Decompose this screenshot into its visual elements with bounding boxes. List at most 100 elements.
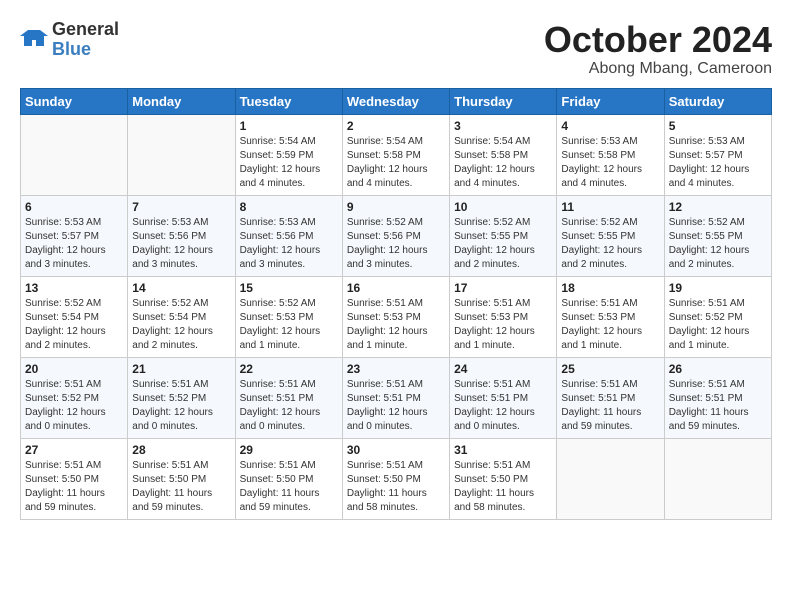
location-title: Abong Mbang, Cameroon [544, 60, 772, 78]
calendar-cell: 19 Sunrise: 5:51 AM Sunset: 5:52 PM Dayli… [664, 276, 771, 357]
day-info: Sunrise: 5:51 AM Sunset: 5:51 PM Dayligh… [347, 378, 445, 434]
calendar-cell: 2 Sunrise: 5:54 AM Sunset: 5:58 PM Daylig… [342, 114, 449, 195]
weekday-header: Friday [557, 88, 664, 114]
calendar-cell: 21 Sunrise: 5:51 AM Sunset: 5:52 PM Dayli… [128, 357, 235, 438]
day-info: Sunrise: 5:54 AM Sunset: 5:59 PM Dayligh… [240, 135, 338, 191]
day-info: Sunrise: 5:51 AM Sunset: 5:52 PM Dayligh… [25, 378, 123, 434]
calendar-cell [557, 438, 664, 519]
calendar-cell: 16 Sunrise: 5:51 AM Sunset: 5:53 PM Dayli… [342, 276, 449, 357]
header-row: SundayMondayTuesdayWednesdayThursdayFrid… [21, 88, 772, 114]
day-info: Sunrise: 5:51 AM Sunset: 5:52 PM Dayligh… [132, 378, 230, 434]
calendar-cell: 30 Sunrise: 5:51 AM Sunset: 5:50 PM Dayli… [342, 438, 449, 519]
day-number: 2 [347, 119, 445, 133]
day-info: Sunrise: 5:54 AM Sunset: 5:58 PM Dayligh… [454, 135, 552, 191]
day-number: 14 [132, 281, 230, 295]
calendar-cell: 1 Sunrise: 5:54 AM Sunset: 5:59 PM Daylig… [235, 114, 342, 195]
day-number: 20 [25, 362, 123, 376]
day-number: 17 [454, 281, 552, 295]
calendar-cell: 9 Sunrise: 5:52 AM Sunset: 5:56 PM Daylig… [342, 195, 449, 276]
day-info: Sunrise: 5:51 AM Sunset: 5:53 PM Dayligh… [454, 297, 552, 353]
day-number: 7 [132, 200, 230, 214]
weekday-header: Sunday [21, 88, 128, 114]
day-info: Sunrise: 5:51 AM Sunset: 5:50 PM Dayligh… [240, 459, 338, 515]
day-info: Sunrise: 5:52 AM Sunset: 5:55 PM Dayligh… [454, 216, 552, 272]
day-number: 15 [240, 281, 338, 295]
month-title: October 2024 [544, 20, 772, 60]
day-info: Sunrise: 5:52 AM Sunset: 5:54 PM Dayligh… [25, 297, 123, 353]
logo-line2: Blue [52, 40, 119, 60]
day-info: Sunrise: 5:52 AM Sunset: 5:55 PM Dayligh… [561, 216, 659, 272]
day-number: 22 [240, 362, 338, 376]
day-number: 11 [561, 200, 659, 214]
day-info: Sunrise: 5:51 AM Sunset: 5:53 PM Dayligh… [347, 297, 445, 353]
day-number: 23 [347, 362, 445, 376]
day-number: 3 [454, 119, 552, 133]
calendar-cell: 13 Sunrise: 5:52 AM Sunset: 5:54 PM Dayli… [21, 276, 128, 357]
day-number: 8 [240, 200, 338, 214]
calendar-cell: 15Sunrise: 5:52 AM Sunset: 5:53 PM Dayli… [235, 276, 342, 357]
day-info: Sunrise: 5:51 AM Sunset: 5:50 PM Dayligh… [132, 459, 230, 515]
calendar-cell: 5Sunrise: 5:53 AM Sunset: 5:57 PM Daylig… [664, 114, 771, 195]
day-number: 13 [25, 281, 123, 295]
day-number: 10 [454, 200, 552, 214]
day-info: Sunrise: 5:52 AM Sunset: 5:56 PM Dayligh… [347, 216, 445, 272]
calendar-cell: 3 Sunrise: 5:54 AM Sunset: 5:58 PM Daylig… [450, 114, 557, 195]
day-info: Sunrise: 5:53 AM Sunset: 5:58 PM Dayligh… [561, 135, 659, 191]
day-number: 16 [347, 281, 445, 295]
calendar-cell [128, 114, 235, 195]
calendar-cell: 8 Sunrise: 5:53 AM Sunset: 5:56 PM Daylig… [235, 195, 342, 276]
day-number: 6 [25, 200, 123, 214]
title-area: October 2024 Abong Mbang, Cameroon [544, 20, 772, 78]
day-info: Sunrise: 5:52 AM Sunset: 5:54 PM Dayligh… [132, 297, 230, 353]
calendar-cell: 23 Sunrise: 5:51 AM Sunset: 5:51 PM Dayli… [342, 357, 449, 438]
weekday-header: Tuesday [235, 88, 342, 114]
calendar-cell: 31 Sunrise: 5:51 AM Sunset: 5:50 PM Dayli… [450, 438, 557, 519]
day-number: 26 [669, 362, 767, 376]
day-info: Sunrise: 5:53 AM Sunset: 5:56 PM Dayligh… [240, 216, 338, 272]
calendar-cell: 28 Sunrise: 5:51 AM Sunset: 5:50 PM Dayli… [128, 438, 235, 519]
day-number: 31 [454, 443, 552, 457]
logo-line1: General [52, 20, 119, 40]
day-number: 18 [561, 281, 659, 295]
weekday-header: Saturday [664, 88, 771, 114]
calendar-cell: 18Sunrise: 5:51 AM Sunset: 5:53 PM Dayli… [557, 276, 664, 357]
day-number: 25 [561, 362, 659, 376]
header: General Blue October 2024 Abong Mbang, C… [20, 20, 772, 78]
day-number: 5 [669, 119, 767, 133]
day-number: 24 [454, 362, 552, 376]
calendar-cell: 7 Sunrise: 5:53 AM Sunset: 5:56 PM Daylig… [128, 195, 235, 276]
day-info: Sunrise: 5:51 AM Sunset: 5:51 PM Dayligh… [561, 378, 659, 434]
logo-icon [20, 26, 48, 54]
calendar-cell: 20 Sunrise: 5:51 AM Sunset: 5:52 PM Dayli… [21, 357, 128, 438]
week-row: 20 Sunrise: 5:51 AM Sunset: 5:52 PM Dayli… [21, 357, 772, 438]
calendar-cell: 29 Sunrise: 5:51 AM Sunset: 5:50 PM Dayli… [235, 438, 342, 519]
calendar-cell: 26 Sunrise: 5:51 AM Sunset: 5:51 PM Dayli… [664, 357, 771, 438]
week-row: 1 Sunrise: 5:54 AM Sunset: 5:59 PM Daylig… [21, 114, 772, 195]
day-info: Sunrise: 5:51 AM Sunset: 5:51 PM Dayligh… [669, 378, 767, 434]
day-info: Sunrise: 5:51 AM Sunset: 5:50 PM Dayligh… [347, 459, 445, 515]
day-number: 28 [132, 443, 230, 457]
day-info: Sunrise: 5:51 AM Sunset: 5:52 PM Dayligh… [669, 297, 767, 353]
calendar-cell: 27Sunrise: 5:51 AM Sunset: 5:50 PM Dayli… [21, 438, 128, 519]
day-number: 19 [669, 281, 767, 295]
day-info: Sunrise: 5:52 AM Sunset: 5:55 PM Dayligh… [669, 216, 767, 272]
day-number: 30 [347, 443, 445, 457]
calendar-cell [21, 114, 128, 195]
day-info: Sunrise: 5:54 AM Sunset: 5:58 PM Dayligh… [347, 135, 445, 191]
day-number: 12 [669, 200, 767, 214]
calendar-cell: 10 Sunrise: 5:52 AM Sunset: 5:55 PM Dayli… [450, 195, 557, 276]
day-info: Sunrise: 5:51 AM Sunset: 5:51 PM Dayligh… [454, 378, 552, 434]
day-number: 21 [132, 362, 230, 376]
week-row: 13 Sunrise: 5:52 AM Sunset: 5:54 PM Dayli… [21, 276, 772, 357]
day-info: Sunrise: 5:51 AM Sunset: 5:51 PM Dayligh… [240, 378, 338, 434]
day-number: 1 [240, 119, 338, 133]
day-info: Sunrise: 5:51 AM Sunset: 5:50 PM Dayligh… [454, 459, 552, 515]
weekday-header: Wednesday [342, 88, 449, 114]
calendar-cell: 25 Sunrise: 5:51 AM Sunset: 5:51 PM Dayli… [557, 357, 664, 438]
week-row: 6Sunrise: 5:53 AM Sunset: 5:57 PM Daylig… [21, 195, 772, 276]
day-number: 9 [347, 200, 445, 214]
calendar-cell: 6Sunrise: 5:53 AM Sunset: 5:57 PM Daylig… [21, 195, 128, 276]
day-number: 29 [240, 443, 338, 457]
day-info: Sunrise: 5:53 AM Sunset: 5:56 PM Dayligh… [132, 216, 230, 272]
calendar-cell: 11 Sunrise: 5:52 AM Sunset: 5:55 PM Dayli… [557, 195, 664, 276]
